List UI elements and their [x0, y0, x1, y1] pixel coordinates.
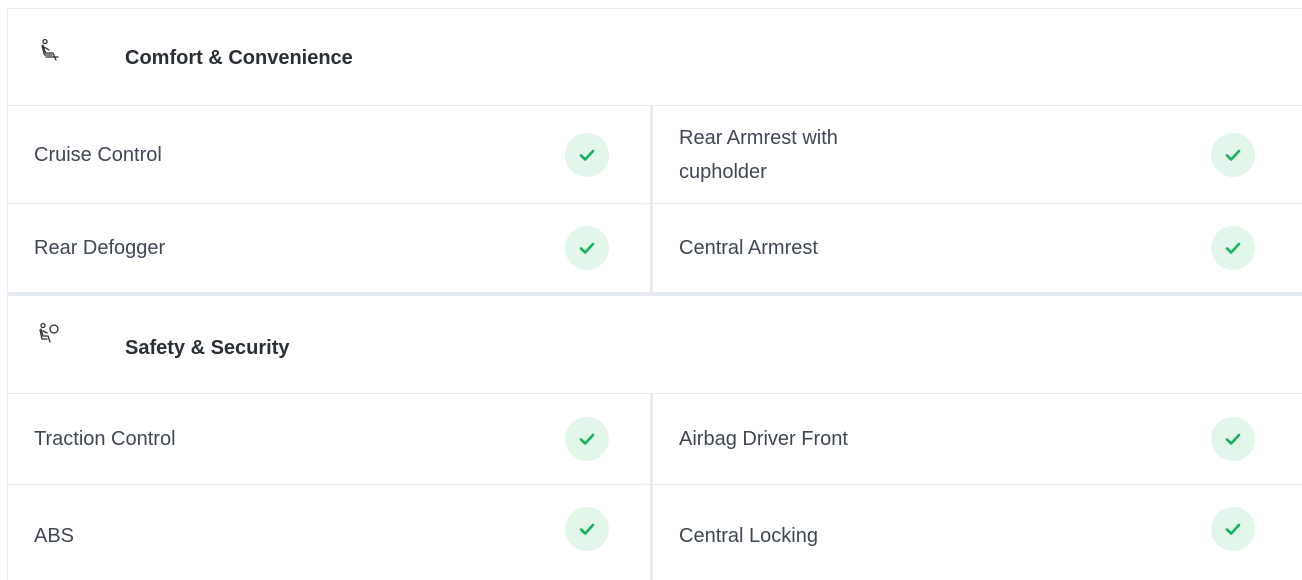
feature-cell: Central Locking	[656, 485, 1302, 580]
feature-cell: ABS	[7, 485, 653, 580]
feature-label: ABS	[34, 525, 75, 548]
check-icon	[1211, 506, 1255, 551]
feature-row: Cruise Control Rear Armrest with cuphold…	[7, 106, 1302, 204]
check-icon	[1211, 417, 1255, 461]
feature-row: Traction Control Airbag Driver Front	[7, 394, 1302, 485]
feature-label: Central Locking	[679, 525, 818, 548]
feature-cell: Cruise Control	[7, 106, 653, 203]
feature-row: ABS Central Locking	[7, 485, 1302, 580]
check-icon	[1211, 226, 1255, 270]
check-icon	[565, 506, 609, 551]
feature-label: Central Armrest	[679, 237, 818, 259]
feature-label: Traction Control	[34, 428, 176, 450]
check-icon	[1211, 132, 1255, 177]
section-header-comfort: Comfort & Convenience	[7, 8, 1302, 106]
feature-cell: Traction Control	[7, 394, 653, 484]
check-icon	[565, 226, 609, 270]
feature-label: Airbag Driver Front	[679, 428, 848, 450]
feature-cell: Rear Armrest with cupholder	[656, 106, 1302, 203]
feature-label: Rear Defogger	[34, 237, 166, 259]
seat-icon	[37, 38, 63, 64]
feature-label: Rear Armrest with cupholder	[679, 126, 838, 183]
feature-cell: Airbag Driver Front	[656, 394, 1302, 484]
airbag-icon	[37, 322, 63, 348]
section-title: Safety & Security	[125, 337, 290, 359]
feature-cell: Rear Defogger	[7, 204, 653, 292]
check-icon	[565, 417, 609, 461]
section-header-safety: Safety & Security	[7, 296, 1302, 394]
feature-row: Rear Defogger Central Armrest	[7, 204, 1302, 292]
section-title: Comfort & Convenience	[125, 47, 353, 69]
feature-cell: Central Armrest	[656, 204, 1302, 292]
feature-label: Cruise Control	[34, 143, 162, 166]
check-icon	[565, 132, 609, 177]
